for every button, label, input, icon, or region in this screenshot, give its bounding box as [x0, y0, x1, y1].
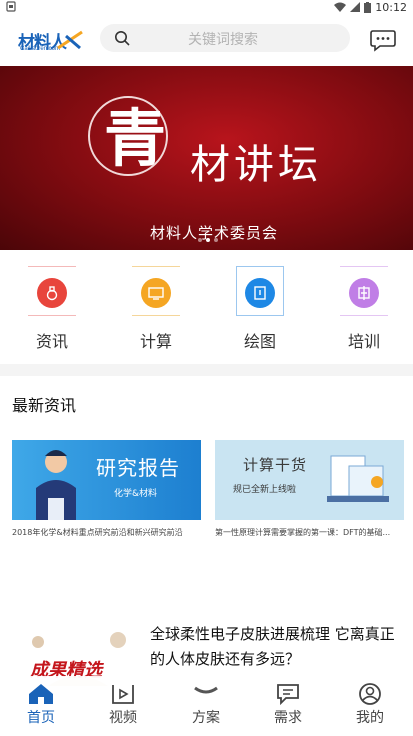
news-card-banner-tag: 化学&材料 [114, 489, 158, 499]
news-card-thumbnail: 计算干货 规已全新上线啦 [215, 440, 404, 520]
quick-link-label: 资讯 [35, 332, 68, 351]
tab-profile[interactable]: 我的 [335, 676, 405, 736]
circle [245, 278, 275, 308]
quick-link-drawing[interactable]: 绘图 [230, 266, 290, 356]
banner-pager [198, 238, 218, 242]
section-title: 最新资讯 [12, 396, 77, 415]
quick-link-label: 培训 [347, 332, 380, 351]
logo-sub: Cailiaoren.com [20, 46, 61, 52]
home-icon [29, 684, 53, 704]
training-icon [358, 286, 370, 300]
tab-label: 视频 [109, 710, 137, 726]
news-card-banner-text: 研究报告 [96, 456, 180, 480]
clipboard-icon [254, 286, 266, 300]
promo-banner[interactable]: 青 材讲坛 材料人学术委员会 [0, 66, 413, 250]
tab-label: 需求 [274, 710, 302, 726]
top-bar: 材料人 Cailiaoren.com 关键词搜索 [0, 14, 413, 64]
quick-link-label: 绘图 [243, 332, 276, 351]
status-bar: 10:12 [0, 0, 413, 14]
laptop-illustration-icon [327, 455, 389, 502]
message-icon[interactable] [370, 28, 396, 52]
battery-icon [364, 1, 372, 13]
tab-label: 我的 [356, 710, 384, 726]
signal-icon [350, 2, 361, 12]
pager-dot [198, 238, 202, 242]
clock: 10:12 [375, 0, 407, 14]
app-logo[interactable]: 材料人 Cailiaoren.com [18, 28, 84, 54]
bottom-tab-bar: 首页 视频 方案 需求 我的 [0, 676, 413, 736]
tab-video[interactable]: 视频 [88, 676, 158, 736]
news-card-caption: 2018年化学&材料重点研究前沿和新兴研究前沿 [12, 528, 183, 537]
tab-plan[interactable]: 方案 [171, 676, 241, 736]
wifi-icon [334, 2, 347, 12]
news-card-caption: 第一性原理计算需要掌握的第一课：DFT的基础... [215, 528, 391, 537]
profile-icon [359, 683, 381, 705]
pager-dot-active [206, 238, 210, 242]
news-card[interactable]: 计算干货 规已全新上线啦 第一性原理计算需要掌握的第一课：DFT的基础... [215, 440, 404, 538]
pager-dot [214, 238, 218, 242]
news-card-banner-text: 计算干货 [243, 456, 308, 474]
logo-mark-icon [57, 30, 83, 50]
notification-icon [6, 1, 16, 12]
search-icon [115, 31, 130, 46]
flask-icon [46, 286, 58, 301]
news-card-thumbnail: 研究报告 化学&材料 [12, 440, 201, 520]
quick-link-news[interactable]: 资讯 [22, 266, 82, 356]
quick-link-label: 计算 [139, 332, 172, 351]
tab-home[interactable]: 首页 [6, 676, 76, 736]
banner-big-char: 青 [104, 102, 167, 175]
news-card[interactable]: 研究报告 化学&材料 2018年化学&材料重点研究前沿和新兴研究前沿 [12, 440, 201, 538]
tab-demand[interactable]: 需求 [253, 676, 323, 736]
circle [37, 278, 67, 308]
quick-links: 资讯 计算 绘图 培训 [0, 252, 413, 364]
video-icon [112, 685, 134, 704]
quick-link-training[interactable]: 培训 [334, 266, 394, 356]
circle [349, 278, 379, 308]
tab-label: 首页 [27, 710, 55, 726]
quick-link-compute[interactable]: 计算 [126, 266, 186, 356]
banner-title: 材讲坛 [190, 142, 322, 188]
tab-label: 方案 [192, 710, 220, 726]
circle [141, 278, 171, 308]
section-divider [0, 364, 413, 376]
article-title: 全球柔性电子皮肤进展梳理 它离真正的人体皮肤还有多远？ [150, 625, 395, 668]
demand-icon [277, 684, 299, 706]
plan-icon [194, 686, 218, 694]
presenter-illustration-icon [36, 450, 76, 520]
monitor-icon [148, 287, 164, 300]
search-placeholder: 关键词搜索 [188, 32, 258, 48]
news-card-banner-tag: 规已全新上线啦 [233, 485, 297, 495]
search-input[interactable]: 关键词搜索 [100, 24, 350, 52]
